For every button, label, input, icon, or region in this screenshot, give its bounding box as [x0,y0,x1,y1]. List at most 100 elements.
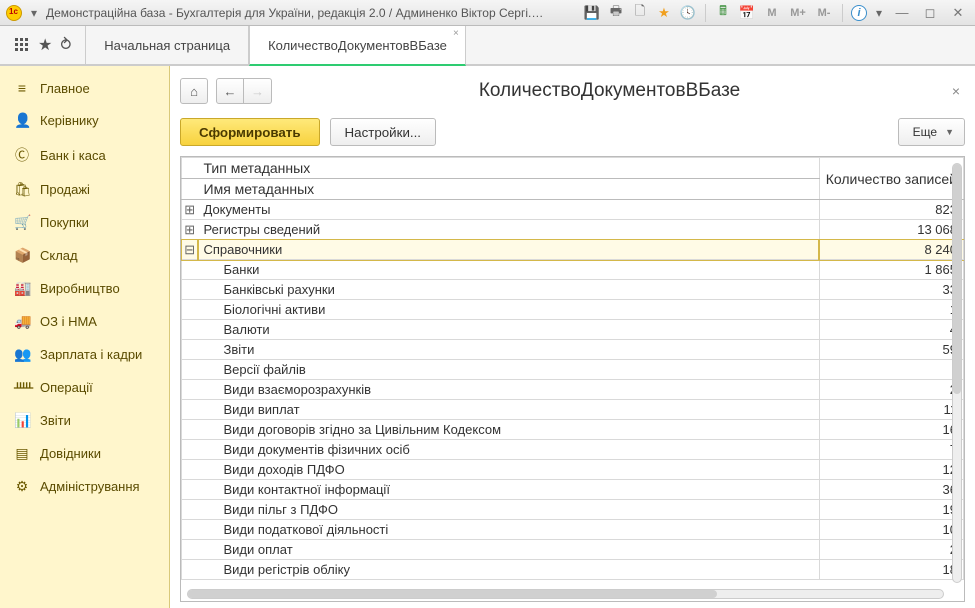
calendar-icon[interactable]: 📅 [738,4,756,22]
more-button[interactable]: Еще ▼ [898,118,965,146]
tab-doc-count[interactable]: КоличествоДокументовВБазе × [249,26,466,66]
expand-toggle[interactable]: ⊟ [182,240,198,260]
expand-spacer [182,340,198,360]
scrollbar-thumb[interactable] [953,164,961,394]
group-name: Документы [198,200,820,220]
settings-button[interactable]: Настройки... [330,118,436,146]
forward-button[interactable]: → [244,78,272,104]
save-icon[interactable]: 💾 [583,4,601,22]
history-icon[interactable]: 🕓 [679,4,697,22]
sidebar-item-label: Адміністрування [40,479,140,494]
pinned-icon[interactable]: ⥁ [60,35,71,55]
sidebar-item-catalogs[interactable]: ▤Довідники [0,437,169,470]
data-row[interactable]: Види договорів згідно за Цивільним Кодек… [182,420,964,440]
memory-mplus-button[interactable]: M+ [788,4,808,22]
expand-column-header [182,179,198,200]
info-dropdown[interactable]: ▾ [873,7,885,19]
data-row[interactable]: Версії файлів [182,360,964,380]
sidebar-item-main[interactable]: ≡Главное [0,72,169,104]
sidebar-item-hr[interactable]: 👥Зарплата і кадри [0,338,169,371]
group-row[interactable]: ⊟Справочники8 240 [182,240,964,260]
nav-group: ← → [216,78,272,104]
data-row[interactable]: Звіти59 [182,340,964,360]
row-name: Версії файлів [198,360,820,380]
data-row[interactable]: Банківські рахунки33 [182,280,964,300]
minimize-button[interactable]: — [891,4,913,22]
apps-grid-icon[interactable] [14,37,30,53]
expand-toggle[interactable]: ⊞ [182,200,198,220]
group-name: Справочники [198,240,820,260]
data-row[interactable]: Валюти4 [182,320,964,340]
data-row[interactable]: Види виплат11 [182,400,964,420]
sidebar-item-assets[interactable]: 🚚ОЗ і НМА [0,305,169,338]
data-row[interactable]: Види взаєморозрахунків2 [182,380,964,400]
sidebar-item-bank[interactable]: ⒸБанк і каса [0,137,169,173]
row-name: Валюти [198,320,820,340]
data-row[interactable]: Види оплат2 [182,540,964,560]
sidebar-item-admin[interactable]: ⚙Адміністрування [0,470,169,503]
row-qty: 1 [819,300,963,320]
data-row[interactable]: Види пільг з ПДФО19 [182,500,964,520]
memory-mminus-button[interactable]: M- [814,4,834,22]
back-button[interactable]: ← [216,78,244,104]
sidebar-item-label: Звіти [40,413,71,428]
tab-start-page[interactable]: Начальная страница [85,26,249,64]
sidebar-item-stock[interactable]: 📦Склад [0,239,169,272]
row-name: Види доходів ПДФО [198,460,820,480]
sidebar-item-purchases[interactable]: 🛒Покупки [0,206,169,239]
expand-toggle[interactable]: ⊞ [182,220,198,240]
tab-close-icon[interactable]: × [453,28,459,39]
horizontal-scrollbar[interactable] [187,589,944,599]
data-row[interactable]: Види регістрів обліку18 [182,560,964,580]
scrollbar-thumb[interactable] [188,590,717,598]
sidebar-item-production[interactable]: 🏭Виробництво [0,272,169,305]
favorites-star-icon[interactable]: ★ [38,35,52,55]
result-grid[interactable]: Тип метаданных Количество записей Имя ме… [181,157,964,580]
coin-icon: Ⓒ [14,145,30,165]
print-icon[interactable]: 🖶 [607,4,625,22]
preview-icon[interactable]: 🗋 [631,4,649,22]
calculator-icon[interactable]: 🖩 [714,4,732,22]
run-button[interactable]: Сформировать [180,118,320,146]
data-row[interactable]: Біологічні активи1 [182,300,964,320]
group-name: Регистры сведений [198,220,820,240]
sidebar-item-reports[interactable]: 📊Звіти [0,404,169,437]
data-row[interactable]: Види податкової діяльності10 [182,520,964,540]
sidebar-item-sales[interactable]: 🛍Продажі [0,173,169,206]
vertical-scrollbar[interactable] [952,163,962,583]
app-menu-dropdown[interactable]: ▾ [28,7,40,19]
data-row[interactable]: Види контактної інформації36 [182,480,964,500]
home-button[interactable]: ⌂ [180,78,208,104]
command-bar: Сформировать Настройки... Еще ▼ [180,118,965,146]
expand-spacer [182,280,198,300]
cart-icon: 🛒 [14,214,30,231]
maximize-button[interactable]: ◻ [919,4,941,22]
expand-spacer [182,520,198,540]
row-qty: 11 [819,400,963,420]
sidebar-item-label: ОЗ і НМА [40,314,97,329]
row-name: Звіти [198,340,820,360]
row-name: Види податкової діяльності [198,520,820,540]
tab-label: Начальная страница [104,38,230,53]
row-qty: 2 [819,540,963,560]
data-row[interactable]: Банки1 865 [182,260,964,280]
row-name: Види договорів згідно за Цивільним Кодек… [198,420,820,440]
row-qty: 19 [819,500,963,520]
favorite-icon[interactable]: ★ [655,4,673,22]
person-icon: 👤 [14,112,30,129]
close-button[interactable]: ✕ [947,4,969,22]
list-icon: ▤ [14,445,30,462]
sidebar-item-operations[interactable]: ᚊОперації [0,371,169,404]
row-name: Види контактної інформації [198,480,820,500]
info-icon[interactable]: i [851,5,867,21]
group-row[interactable]: ⊞Регистры сведений13 068 [182,220,964,240]
form-area: ⌂ ← → КоличествоДокументовВБазе × Сформи… [170,66,975,608]
memory-m-button[interactable]: M [762,4,782,22]
row-name: Банки [198,260,820,280]
group-row[interactable]: ⊞Документы823 [182,200,964,220]
sidebar-item-manager[interactable]: 👤Керівнику [0,104,169,137]
data-row[interactable]: Види доходів ПДФО12 [182,460,964,480]
data-row[interactable]: Види документів фізичних осіб7 [182,440,964,460]
name-column-header: Имя метаданных [198,179,820,200]
close-form-button[interactable]: × [947,83,965,99]
